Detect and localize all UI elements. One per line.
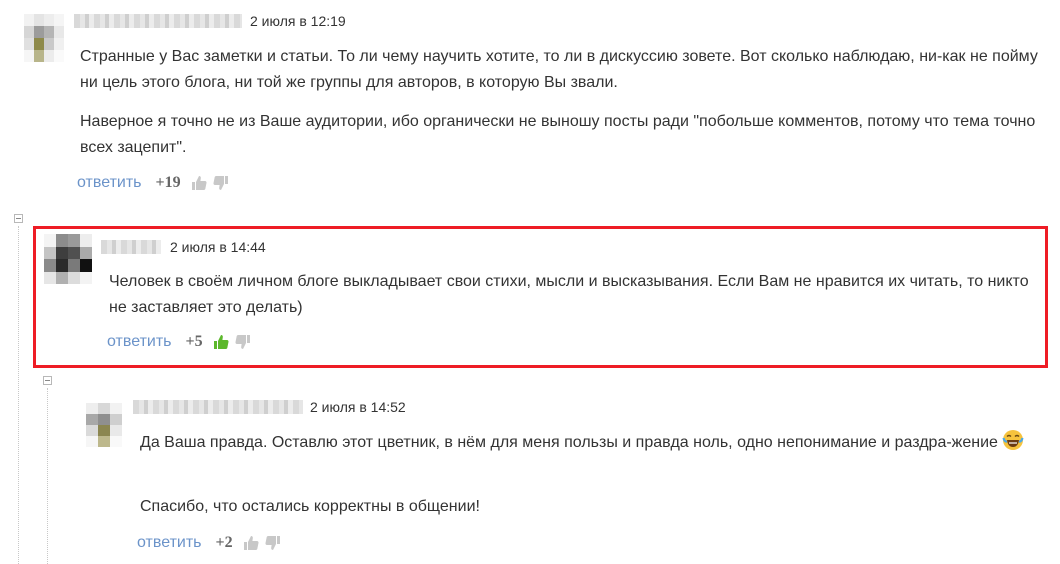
thread-line [47, 388, 48, 564]
avatar[interactable] [24, 14, 64, 62]
comment-text: Человек в своём личном блоге выкладывает… [109, 273, 1029, 316]
reply-link[interactable]: ответить [107, 333, 172, 351]
username[interactable] [133, 400, 303, 414]
crying-laughing-emoji-icon [1002, 429, 1024, 460]
comment-score: +2 [215, 534, 233, 551]
comment-score: +19 [155, 174, 181, 191]
thread-line [18, 226, 19, 564]
reply-link[interactable]: ответить [77, 174, 142, 192]
comment-score: +5 [185, 333, 203, 350]
comment-text: Спасибо, что остались корректны в общени… [140, 498, 480, 515]
username[interactable] [74, 14, 242, 28]
thumbs-up-icon[interactable] [243, 535, 260, 551]
comment-text: Да Ваша правда. Оставлю этот цветник, в … [140, 429, 1040, 460]
comment-text: Наверное я точно не из Ваше аудитории, и… [80, 113, 1036, 156]
thumbs-down-icon[interactable] [212, 175, 229, 191]
comment-date: 2 июля в 14:52 [310, 399, 406, 415]
comment-actions: ответить +19 [77, 173, 229, 193]
thumbs-down-icon[interactable] [264, 535, 281, 551]
thumbs-down-icon[interactable] [234, 334, 251, 350]
comment-date: 2 июля в 12:19 [250, 13, 346, 29]
avatar[interactable] [44, 234, 92, 284]
comment-date: 2 июля в 14:44 [170, 239, 266, 255]
username[interactable] [101, 240, 161, 254]
collapse-icon[interactable] [14, 214, 23, 223]
comment-text-span: Да Ваша правда. Оставлю этот цветник, в … [140, 434, 998, 451]
reply-link[interactable]: ответить [137, 534, 202, 552]
avatar[interactable] [86, 403, 122, 447]
thumbs-up-icon[interactable] [213, 334, 230, 350]
comment-text: Странные у Вас заметки и статьи. То ли ч… [80, 48, 1038, 91]
collapse-icon[interactable] [43, 376, 52, 385]
comment-actions: ответить +2 [137, 533, 281, 553]
thumbs-up-icon[interactable] [191, 175, 208, 191]
comment-actions: ответить +5 [107, 332, 251, 352]
